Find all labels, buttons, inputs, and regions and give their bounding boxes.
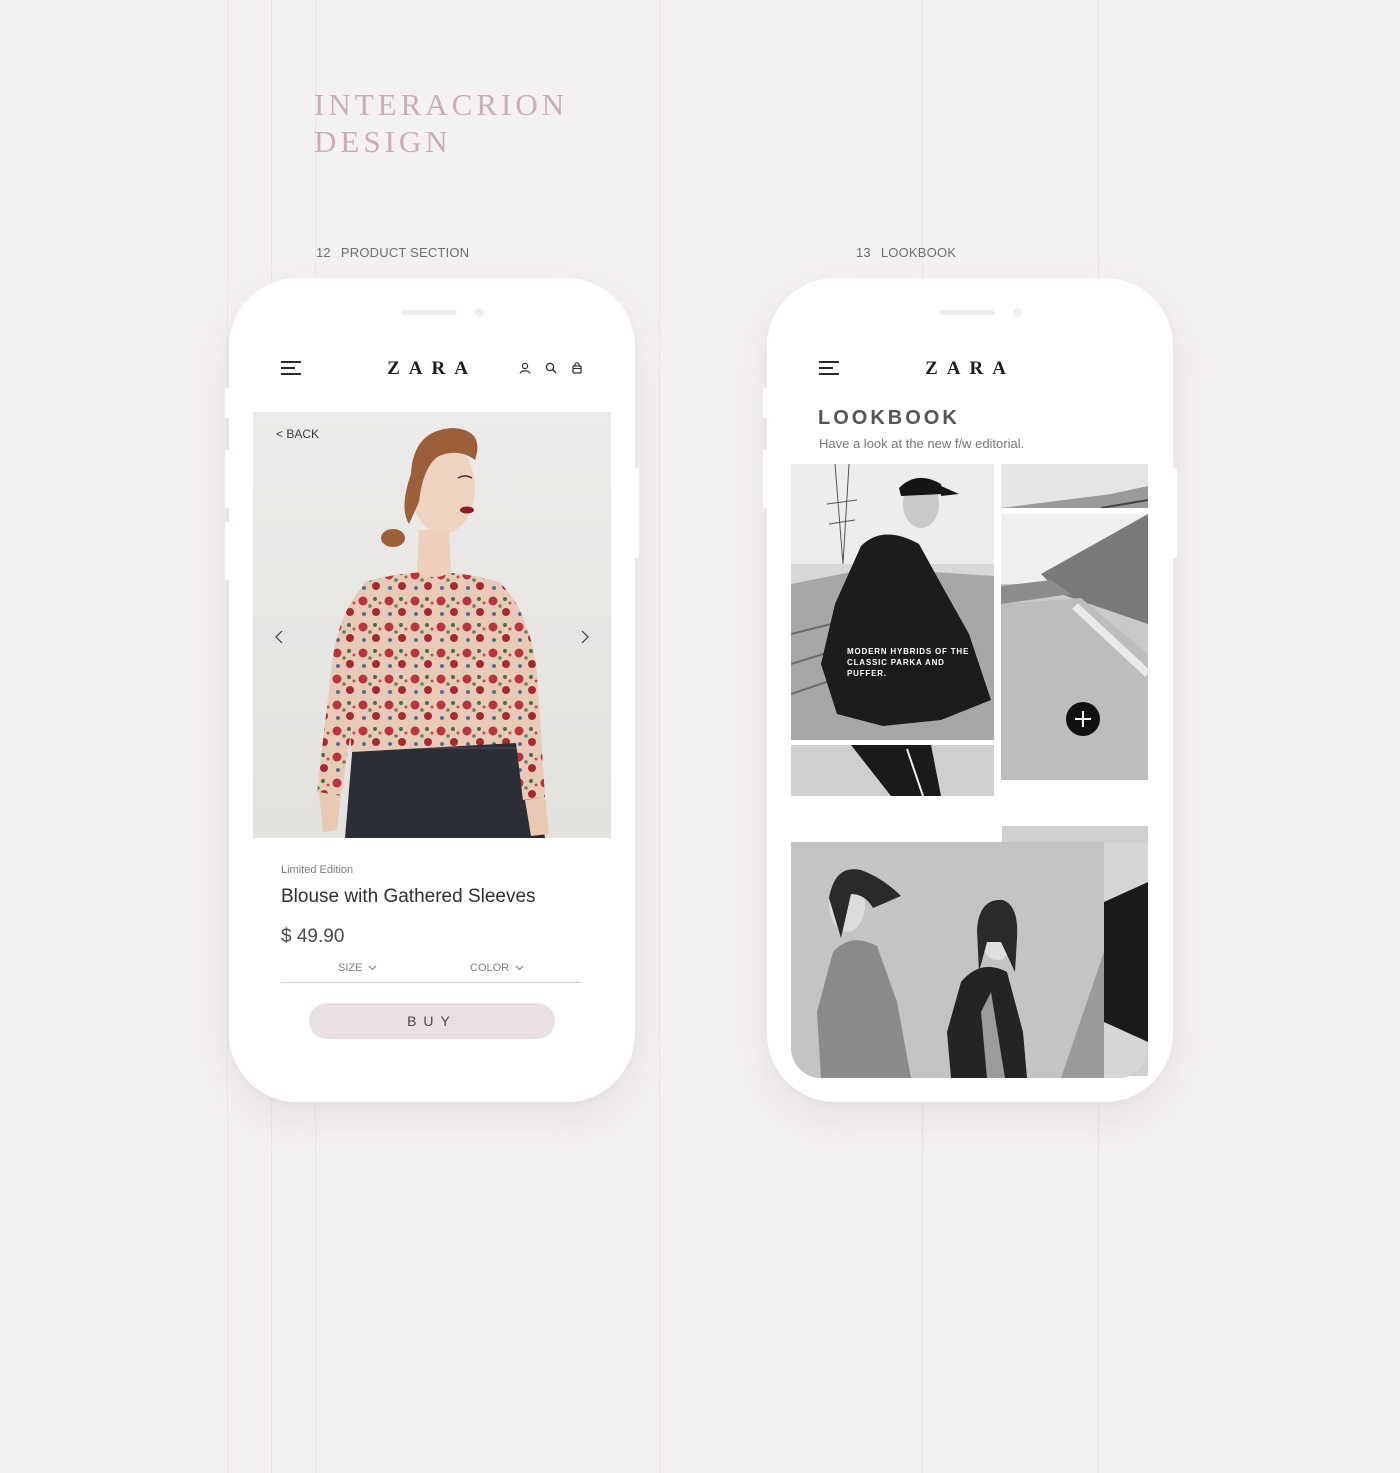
phone-lookbook: ZARA LOOKBOOK Have a look at the new f/w… [763,278,1177,1102]
size-label: SIZE [338,962,363,974]
chevron-down-icon [369,965,377,971]
speaker-grille [939,310,995,315]
product-photo: < BACK [253,412,611,838]
parka-photo [791,464,994,740]
section-number: 12 [316,245,331,260]
grid-line [227,0,228,1473]
side-button [763,388,769,418]
back-link[interactable]: < BACK [276,427,319,441]
product-title: Blouse with Gathered Sleeves [281,886,536,907]
side-button [633,468,639,558]
search-icon[interactable] [545,362,557,374]
phone-product: ZARA < BACK Limited Edition Blouse with … [225,278,639,1102]
section-label-lookbook: 13 LOOKBOOK [856,245,956,260]
lookbook-title: LOOKBOOK [818,407,960,429]
lookbook-tile-duo[interactable] [791,842,1148,1078]
menu-icon[interactable] [819,361,841,377]
section-title: LOOKBOOK [880,245,957,260]
brand-logo: ZARA [925,358,1015,379]
lookbook-description: Have a look at the new f/w editorial. [819,436,1025,451]
model-illustration [317,428,549,838]
color-selector[interactable]: COLOR [470,962,524,974]
section-title: PRODUCT SECTION [340,245,470,260]
buy-button[interactable]: BUY [309,1003,555,1039]
lookbook-tile-legs[interactable] [791,745,994,796]
grid-line [659,0,660,1473]
bag-icon[interactable] [571,362,583,374]
menu-icon[interactable] [281,361,303,377]
brand-logo: ZARA [387,358,477,379]
lookbook-tile-small[interactable] [1001,464,1148,508]
selector-divider [281,982,581,983]
lookbook-tile-parka[interactable]: MODERN HYBRIDS OF THE CLASSIC PARKA AND … [791,464,994,740]
side-button [763,450,769,508]
lookbook-caption: MODERN HYBRIDS OF THE CLASSIC PARKA AND … [847,647,970,678]
front-camera [1013,308,1022,317]
side-button [225,388,231,418]
front-camera [475,308,484,317]
chevron-left-icon[interactable] [275,630,283,644]
side-button [225,450,231,508]
side-button [225,522,231,580]
duo-photo [791,842,1148,1078]
speaker-grille [401,310,457,315]
building-photo [1001,464,1148,508]
lookbook-tile-road[interactable] [1001,514,1148,780]
product-subtitle: Limited Edition [281,864,354,876]
chevron-down-icon [515,965,524,971]
road-photo [1001,514,1148,780]
size-selector[interactable]: SIZE [338,962,377,974]
product-price: $ 49.90 [281,926,345,947]
section-number: 13 [856,245,871,260]
plus-icon[interactable] [1066,702,1100,736]
header-icons [519,362,583,374]
color-label: COLOR [470,962,510,974]
heading-line-1: INTERACRION [314,87,569,122]
side-button [1171,468,1177,558]
legs-photo [791,745,994,796]
chevron-right-icon[interactable] [581,630,589,644]
heading-line-2: DESIGN [314,124,452,159]
section-label-product: 12 PRODUCT SECTION [316,245,469,260]
user-icon[interactable] [519,362,531,374]
page-heading: INTERACRION DESIGN [314,86,568,160]
